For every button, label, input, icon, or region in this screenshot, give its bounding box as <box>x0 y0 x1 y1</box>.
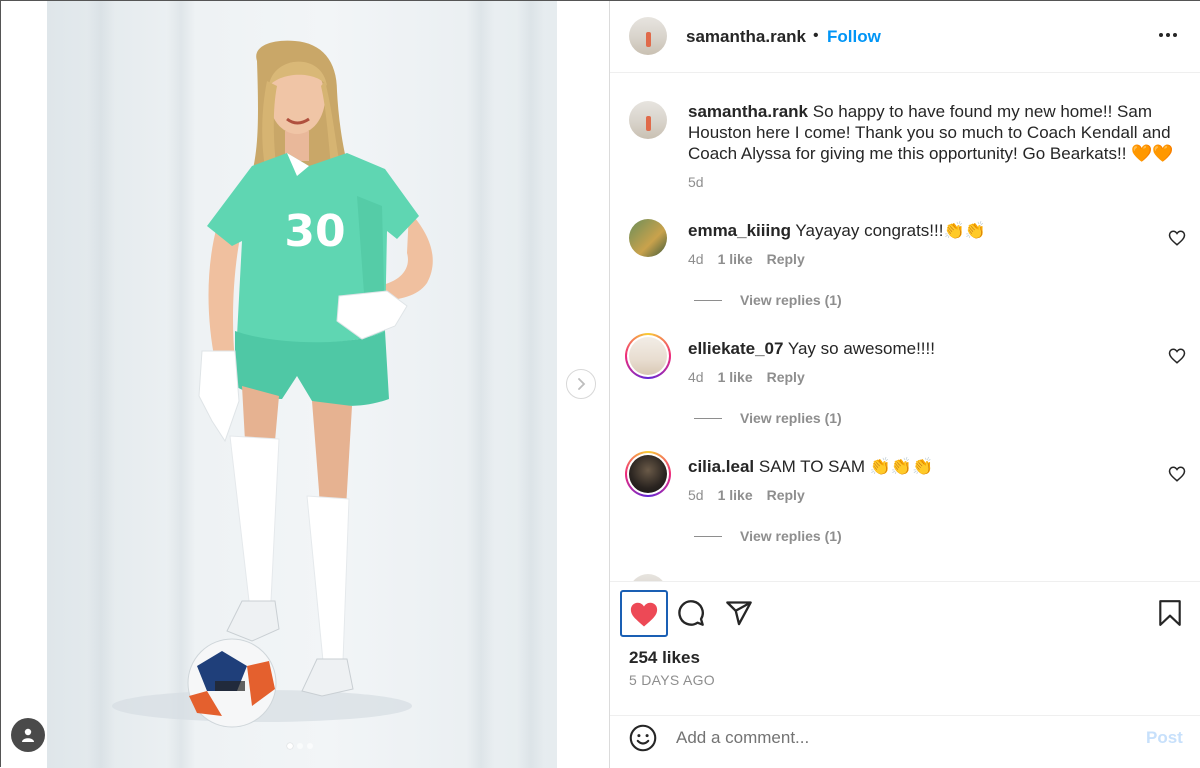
reply-button[interactable]: Reply <box>767 251 805 267</box>
commenter-avatar[interactable] <box>629 219 667 257</box>
commenter-avatar-story-ring[interactable] <box>625 451 671 497</box>
comment-meta: 4d 1 like Reply <box>688 369 805 385</box>
like-comment-icon[interactable] <box>1168 347 1186 365</box>
comment-username[interactable]: cilia.leal <box>688 457 754 476</box>
user-icon <box>22 728 34 742</box>
next-image-button[interactable] <box>566 369 596 399</box>
caption: samantha.rank So happy to have found my … <box>688 101 1178 164</box>
like-comment-icon[interactable] <box>1168 465 1186 483</box>
post-header: samantha.rank • Follow <box>610 1 1200 73</box>
post-comment-button[interactable]: Post <box>1146 728 1183 748</box>
carousel-dot[interactable] <box>307 743 313 749</box>
comment-text: Yayayay congrats!!!👏👏 <box>795 221 986 240</box>
post-side-panel: samantha.rank • Follow samantha.rank So … <box>609 1 1200 768</box>
comment-age: 4d <box>688 251 704 267</box>
comment-likes[interactable]: 1 like <box>718 369 753 385</box>
reply-button[interactable]: Reply <box>767 369 805 385</box>
share-icon[interactable] <box>725 599 753 627</box>
media-panel: 30 <box>1 1 609 768</box>
view-replies-button[interactable]: View replies (1) <box>694 528 842 544</box>
comment: cilia.leal SAM TO SAM 👏👏👏 <box>688 456 1178 477</box>
post-photo[interactable]: 30 <box>47 1 557 768</box>
post-dialog: 30 samantha.rank • Follow samantha.rank … <box>0 0 1200 768</box>
author-avatar[interactable] <box>629 17 667 55</box>
header-separator: • <box>813 27 819 44</box>
comment-text: Yay so awesome!!!! <box>787 339 935 358</box>
comment-meta: 4d 1 like Reply <box>688 251 805 267</box>
comment-likes[interactable]: 1 like <box>718 487 753 503</box>
like-button[interactable] <box>620 590 668 637</box>
bookmark-icon[interactable] <box>1157 599 1183 627</box>
carousel-dots <box>287 743 313 749</box>
view-replies-label: View replies (1) <box>740 292 842 308</box>
carousel-dot[interactable] <box>287 743 293 749</box>
tagged-users-button[interactable] <box>11 718 45 752</box>
comment-username[interactable]: emma_kiiing <box>688 221 791 240</box>
reply-button[interactable]: Reply <box>767 487 805 503</box>
caption-avatar[interactable] <box>629 101 667 139</box>
comment-input[interactable] <box>676 724 1126 752</box>
post-actions: 254 likes 5 DAYS AGO <box>610 581 1200 715</box>
comment-likes[interactable]: 1 like <box>718 251 753 267</box>
heart-filled-icon <box>630 602 658 626</box>
follow-button[interactable]: Follow <box>827 27 881 47</box>
comment-age: 4d <box>688 369 704 385</box>
jersey-number: 30 <box>284 206 345 257</box>
caption-username[interactable]: samantha.rank <box>688 102 808 121</box>
chevron-right-icon <box>578 378 586 390</box>
add-comment-bar: Post <box>610 715 1200 768</box>
view-replies-button[interactable]: View replies (1) <box>694 292 842 308</box>
caption-meta: 5d <box>688 174 704 190</box>
author-username[interactable]: samantha.rank <box>686 27 806 47</box>
comment: emma_kiiing Yayayay congrats!!!👏👏 <box>688 220 1178 241</box>
likes-count[interactable]: 254 likes <box>629 648 700 668</box>
more-options-icon[interactable] <box>1156 23 1180 47</box>
emoji-icon[interactable] <box>629 724 657 752</box>
comment-text: SAM TO SAM 👏👏👏 <box>758 457 934 476</box>
like-comment-icon[interactable] <box>1168 229 1186 247</box>
comment-username[interactable]: elliekate_07 <box>688 339 783 358</box>
caption-age: 5d <box>688 174 704 190</box>
view-replies-label: View replies (1) <box>740 528 842 544</box>
comment: elliekate_07 Yay so awesome!!!! <box>688 338 1178 359</box>
comments-list[interactable]: samantha.rank So happy to have found my … <box>610 74 1200 581</box>
post-time: 5 DAYS AGO <box>629 672 715 688</box>
comment-age: 5d <box>688 487 704 503</box>
comment-meta: 5d 1 like Reply <box>688 487 805 503</box>
soccer-player-illustration: 30 <box>112 40 433 728</box>
commenter-avatar-story-ring[interactable] <box>625 333 671 379</box>
commenter-avatar[interactable] <box>629 574 667 581</box>
view-replies-button[interactable]: View replies (1) <box>694 410 842 426</box>
view-replies-label: View replies (1) <box>740 410 842 426</box>
carousel-dot[interactable] <box>297 743 303 749</box>
comment-icon[interactable] <box>677 599 705 627</box>
